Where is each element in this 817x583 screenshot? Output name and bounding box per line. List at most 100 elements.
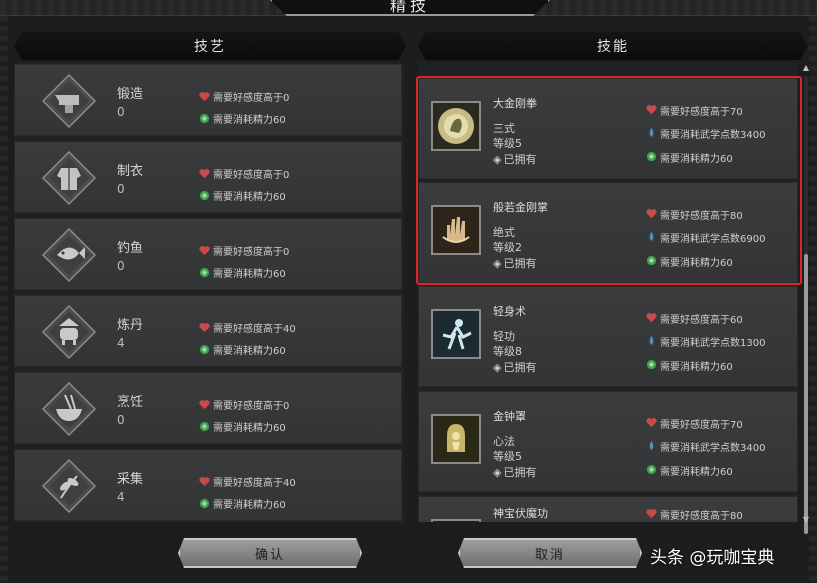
drop-icon bbox=[646, 440, 657, 454]
cauldron-icon bbox=[41, 304, 97, 360]
energy-icon bbox=[199, 113, 210, 124]
bowl-icon bbox=[41, 381, 97, 437]
watermark-text: 头条 @玩咖宝典 bbox=[650, 548, 775, 568]
favor-requirement: 需要好感度高于0 bbox=[199, 89, 289, 104]
energy-requirement: 需要消耗精力60 bbox=[646, 358, 733, 373]
skill-grade: 等级5 bbox=[493, 450, 522, 463]
skill-card-demon-subduing[interactable]: 神宝伏魔功 需要好感度高于80 bbox=[418, 496, 798, 522]
energy-requirement: 需要消耗精力60 bbox=[199, 111, 286, 126]
skills-panel: 大金刚拳 三式 等级5 ◈ 已拥有 需要好感度高于70 需要消耗武学点数3400 … bbox=[418, 62, 798, 522]
points-requirement: 需要消耗武学点数1300 bbox=[646, 334, 765, 349]
energy-icon bbox=[646, 255, 657, 269]
skills-scrollbar[interactable]: ▲ ▼ bbox=[802, 64, 810, 534]
crafts-header: 技艺 bbox=[14, 32, 406, 60]
points-text: 需要消耗武学点数3400 bbox=[660, 130, 766, 141]
diamond-mark-icon: ◈ bbox=[493, 256, 502, 270]
owned-text: 已拥有 bbox=[503, 257, 537, 270]
favor-text: 需要好感度高于70 bbox=[660, 420, 743, 431]
skill-type: 绝式 bbox=[493, 226, 515, 239]
points-requirement: 需要消耗武学点数3400 bbox=[646, 126, 765, 141]
heart-icon bbox=[199, 91, 210, 102]
points-requirement: 需要消耗武学点数6900 bbox=[646, 230, 765, 245]
craft-row-alchemy[interactable]: 炼丹 4 需要好感度高于40 需要消耗精力60 bbox=[14, 295, 402, 367]
favor-text: 需要好感度高于40 bbox=[213, 478, 296, 489]
craft-level: 0 bbox=[117, 259, 125, 273]
energy-icon bbox=[646, 359, 657, 373]
skill-name: 般若金刚掌 bbox=[493, 201, 548, 214]
skill-card-golden-bell[interactable]: 金钟罩 心法 等级5 ◈ 已拥有 需要好感度高于70 需要消耗武学点数3400 需… bbox=[418, 391, 798, 492]
skill-card-great-vajra-fist[interactable]: 大金刚拳 三式 等级5 ◈ 已拥有 需要好感度高于70 需要消耗武学点数3400 … bbox=[418, 78, 798, 179]
favor-text: 需要好感度高于80 bbox=[660, 211, 743, 222]
energy-text: 需要消耗精力60 bbox=[660, 258, 733, 269]
skill-grade: 等级2 bbox=[493, 241, 522, 254]
energy-requirement: 需要消耗精力60 bbox=[646, 254, 733, 269]
skill-card-light-body-art[interactable]: 轻身术 轻功 等级8 ◈ 已拥有 需要好感度高于60 需要消耗武学点数1300 需… bbox=[418, 286, 798, 387]
heart-icon bbox=[646, 208, 657, 222]
energy-requirement: 需要消耗精力60 bbox=[199, 419, 286, 434]
drop-icon bbox=[646, 335, 657, 349]
craft-row-cooking[interactable]: 烹饪 0 需要好感度高于0 需要消耗精力60 bbox=[14, 372, 402, 444]
cancel-button[interactable]: 取消 bbox=[458, 538, 642, 568]
title-plate: 精技 bbox=[270, 0, 550, 16]
favor-requirement: 需要好感度高于70 bbox=[646, 416, 743, 431]
favor-text: 需要好感度高于0 bbox=[213, 401, 290, 412]
heart-icon bbox=[646, 508, 657, 522]
skills-header: 技能 bbox=[418, 32, 808, 60]
favor-requirement: 需要好感度高于80 bbox=[646, 207, 743, 222]
crafts-panel: 锻造 0 需要好感度高于0 需要消耗精力60 制衣 0 需要好感度高于0 需要消… bbox=[14, 62, 404, 522]
craft-level: 0 bbox=[117, 182, 125, 196]
energy-text: 需要消耗精力60 bbox=[213, 269, 286, 280]
favor-text: 需要好感度高于0 bbox=[213, 93, 290, 104]
skill-card-prajna-vajra-palm[interactable]: 般若金刚掌 绝式 等级2 ◈ 已拥有 需要好感度高于80 需要消耗武学点数6900… bbox=[418, 182, 798, 283]
craft-level: 0 bbox=[117, 413, 125, 427]
scroll-thumb[interactable] bbox=[804, 254, 808, 534]
herb-icon bbox=[41, 458, 97, 514]
favor-requirement: 需要好感度高于40 bbox=[199, 320, 296, 335]
craft-name: 锻造 bbox=[117, 87, 144, 102]
energy-requirement: 需要消耗精力60 bbox=[199, 496, 286, 511]
energy-text: 需要消耗精力60 bbox=[660, 362, 733, 373]
favor-requirement: 需要好感度高于0 bbox=[199, 243, 289, 258]
craft-row-tailoring[interactable]: 制衣 0 需要好感度高于0 需要消耗精力60 bbox=[14, 141, 402, 213]
heart-icon bbox=[199, 168, 210, 179]
heart-icon bbox=[199, 476, 210, 487]
craft-name: 制衣 bbox=[117, 164, 144, 179]
favor-requirement: 需要好感度高于60 bbox=[646, 311, 743, 326]
craft-row-gathering[interactable]: 采集 4 需要好感度高于40 需要消耗精力60 bbox=[14, 449, 402, 521]
favor-text: 需要好感度高于40 bbox=[213, 324, 296, 335]
skill-name: 大金刚拳 bbox=[493, 97, 537, 110]
craft-row-forging[interactable]: 锻造 0 需要好感度高于0 需要消耗精力60 bbox=[14, 64, 402, 136]
robe-icon bbox=[41, 150, 97, 206]
heart-icon bbox=[646, 417, 657, 431]
scroll-down-arrow-icon[interactable]: ▼ bbox=[802, 516, 810, 524]
right-decor-border bbox=[809, 16, 817, 583]
craft-name: 钓鱼 bbox=[117, 241, 144, 256]
diamond-mark-icon: ◈ bbox=[493, 152, 502, 166]
skill-type: 轻功 bbox=[493, 330, 515, 343]
fish-icon bbox=[41, 227, 97, 283]
owned-status: ◈ 已拥有 bbox=[493, 151, 536, 167]
energy-icon bbox=[199, 344, 210, 355]
heart-icon bbox=[646, 312, 657, 326]
skill-name: 轻身术 bbox=[493, 305, 526, 318]
energy-text: 需要消耗精力60 bbox=[213, 500, 286, 511]
energy-icon bbox=[199, 190, 210, 201]
favor-text: 需要好感度高于70 bbox=[660, 107, 743, 118]
energy-requirement: 需要消耗精力60 bbox=[199, 265, 286, 280]
energy-icon bbox=[199, 267, 210, 278]
window-title: 精技 bbox=[389, 0, 430, 15]
favor-requirement: 需要好感度高于40 bbox=[199, 474, 296, 489]
points-text: 需要消耗武学点数3400 bbox=[660, 443, 766, 454]
confirm-button[interactable]: 确认 bbox=[178, 538, 362, 568]
craft-name: 烹饪 bbox=[117, 395, 144, 410]
energy-requirement: 需要消耗精力60 bbox=[199, 188, 286, 203]
diamond-mark-icon: ◈ bbox=[493, 360, 502, 374]
energy-text: 需要消耗精力60 bbox=[213, 192, 286, 203]
scroll-up-arrow-icon[interactable]: ▲ bbox=[802, 64, 810, 72]
drop-icon bbox=[646, 127, 657, 141]
craft-level: 4 bbox=[117, 490, 125, 504]
craft-row-fishing[interactable]: 钓鱼 0 需要好感度高于0 需要消耗精力60 bbox=[14, 218, 402, 290]
owned-text: 已拥有 bbox=[503, 361, 537, 374]
energy-icon bbox=[646, 151, 657, 165]
energy-text: 需要消耗精力60 bbox=[213, 423, 286, 434]
